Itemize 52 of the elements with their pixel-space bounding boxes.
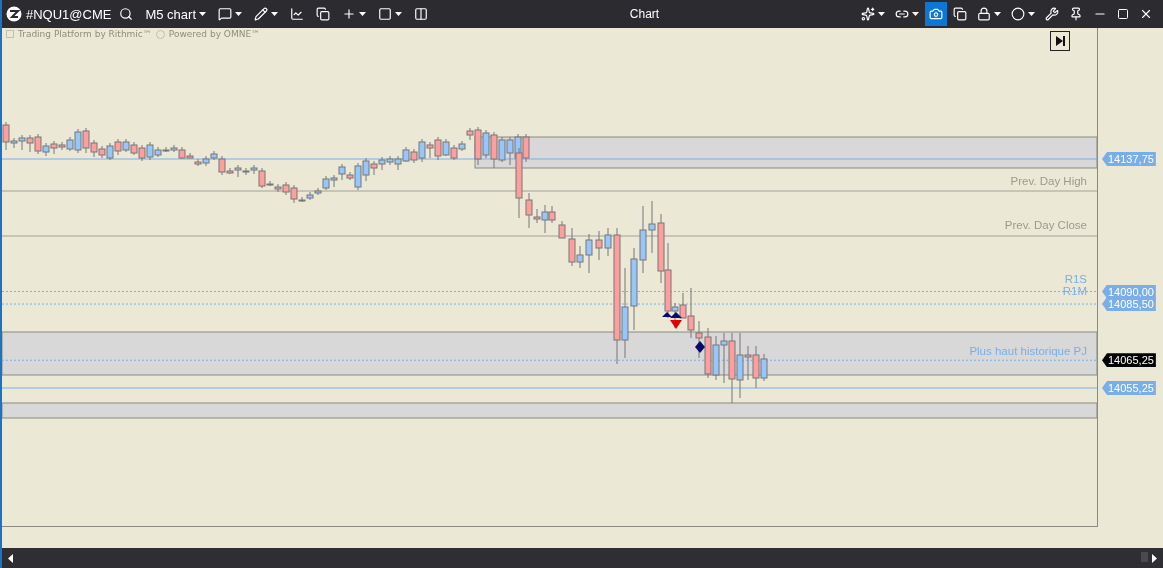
candle (558, 220, 566, 239)
sell-signal-icon (670, 320, 682, 329)
wrench-icon (1045, 7, 1059, 21)
maximize-icon (1117, 7, 1129, 21)
notes-icon (218, 7, 232, 21)
caret-icon (271, 12, 278, 16)
lock-icon (977, 7, 991, 21)
scroll-thumb[interactable] (1141, 552, 1148, 562)
caret-icon (395, 12, 402, 16)
plus-icon (342, 7, 356, 21)
duplicate-icon (953, 7, 967, 21)
window-title: Chart (628, 7, 661, 21)
circle-icon (1011, 7, 1025, 21)
line-chart-icon (290, 7, 304, 21)
scroll-right-icon (1152, 553, 1157, 563)
caret-icon (235, 12, 242, 16)
branding-text: Trading Platform by Rithmic™ (18, 29, 152, 39)
window-icon (378, 7, 392, 21)
caret-icon (878, 12, 885, 16)
camera-icon (929, 7, 943, 21)
link-icon (895, 7, 909, 21)
app-logo-icon (6, 6, 22, 22)
caret-icon (912, 12, 919, 16)
price-tag: 14085,50 (1102, 297, 1156, 312)
price-tag: 14090,00 (1102, 284, 1156, 299)
close-icon (1139, 7, 1153, 21)
camera-button[interactable] (925, 2, 947, 26)
scroll-to-end-button[interactable] (1050, 31, 1070, 51)
caret-icon (994, 12, 1001, 16)
pencil-icon (254, 7, 268, 21)
caret-icon (359, 12, 366, 16)
skip-end-icon (1054, 35, 1066, 47)
level-label: Prev. Day Close (1004, 219, 1087, 231)
search-icon (119, 7, 134, 21)
level-label: R1S (1064, 273, 1087, 285)
panel-icon (414, 7, 428, 21)
scroll-left-icon (8, 553, 13, 563)
circle-logo-icon (155, 29, 165, 39)
symbol-label: #NQU1@CME (26, 6, 112, 22)
level-label: Prev. Day High (1010, 175, 1087, 187)
platform-logo-icon (6, 30, 14, 38)
level-label: R1M (1062, 285, 1087, 297)
price-tag: 14065,25 (1102, 353, 1156, 368)
caret-icon (1028, 12, 1035, 16)
price-tag: 14137,75 (1102, 152, 1156, 166)
pin-icon (1069, 7, 1083, 21)
branding-text: Powered by OMNE™ (168, 29, 261, 39)
timeframe-dropdown[interactable]: M5 chart (141, 2, 210, 26)
level-label: Plus haut historique PJ (969, 345, 1087, 357)
price-tag: 14055,25 (1102, 381, 1156, 395)
horizontal-scrollbar[interactable] (2, 548, 1163, 568)
caret-icon (199, 12, 206, 16)
